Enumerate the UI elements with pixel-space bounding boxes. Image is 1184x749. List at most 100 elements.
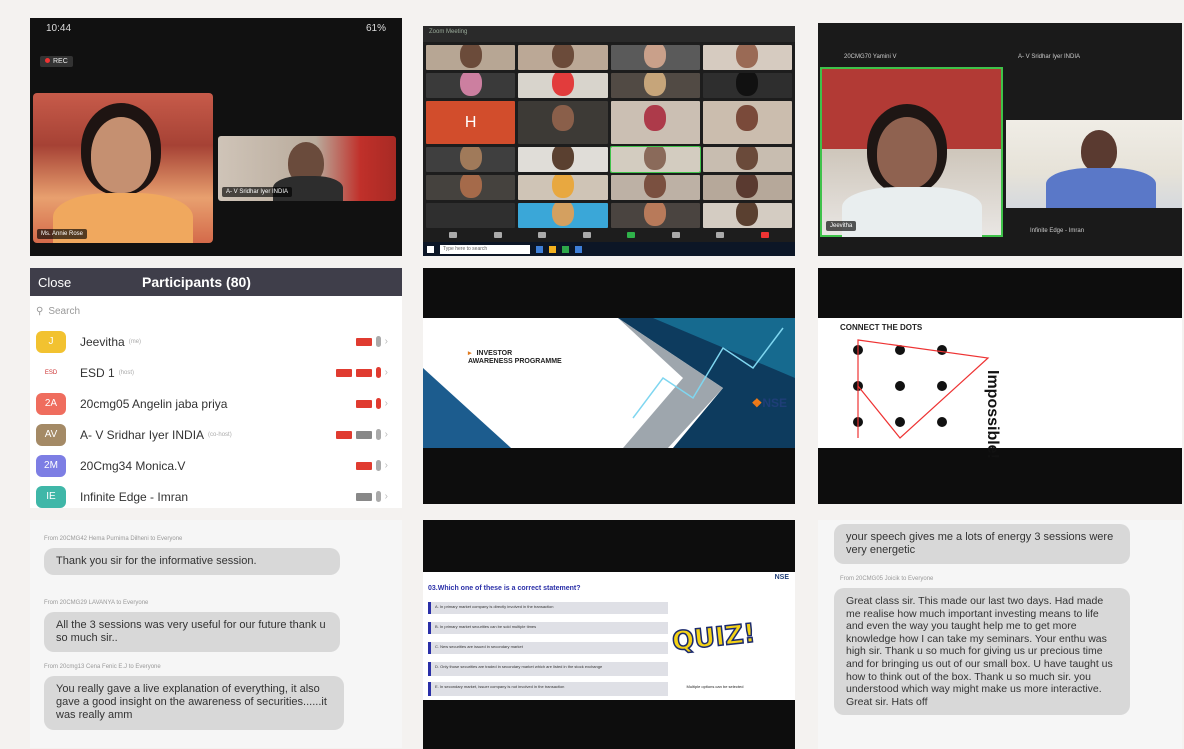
- nse-logo: NSE: [774, 574, 789, 581]
- window-title: Zoom Meeting: [423, 26, 795, 42]
- close-button[interactable]: Close: [38, 275, 71, 290]
- video-tile[interactable]: [518, 203, 608, 228]
- phone-status-bar: 10:44 61%: [30, 18, 402, 40]
- video-tile[interactable]: [610, 175, 700, 200]
- video-tile-initial[interactable]: H: [426, 101, 516, 144]
- participant-row[interactable]: J Jeevitha (me) ›: [30, 326, 402, 357]
- slide-graphic: [423, 318, 795, 448]
- participant-row[interactable]: 2A 20cmg05 Angelin jaba priya ›: [30, 388, 402, 419]
- video-tile[interactable]: [702, 147, 792, 172]
- camera-icon: [355, 430, 372, 439]
- participant-status-icons: ›: [355, 460, 388, 471]
- participant-avatar: IE: [36, 485, 66, 508]
- participants-icon[interactable]: [582, 232, 591, 238]
- participant-row[interactable]: AV A- V Sridhar Iyer INDIA (co-host) ›: [30, 419, 402, 450]
- chat-bubble: your speech gives me a lots of energy 3 …: [834, 524, 1130, 565]
- security-icon[interactable]: [538, 232, 547, 238]
- participant-role: (me): [128, 338, 142, 345]
- microphone-icon: [375, 336, 381, 347]
- video-tile[interactable]: [702, 45, 792, 70]
- chevron-right-icon[interactable]: ›: [385, 460, 388, 471]
- chevron-right-icon[interactable]: ›: [385, 336, 388, 347]
- participant-row[interactable]: IE Infinite Edge - Imran ›: [30, 481, 402, 508]
- taskbar-app-icon[interactable]: [575, 245, 582, 253]
- video-tile[interactable]: [518, 45, 608, 70]
- quiz-option[interactable]: C. New securities are issued in secondar…: [428, 642, 668, 654]
- chevron-right-icon[interactable]: ›: [385, 398, 388, 409]
- microphone-icon: [375, 460, 381, 471]
- video-tile[interactable]: [702, 73, 792, 98]
- video-tile[interactable]: [426, 73, 516, 98]
- camera-icon: [355, 337, 372, 346]
- chat-meta: From 20CMG05 Joicik to Everyone: [840, 576, 934, 582]
- quiz-option[interactable]: E. In secondary market, issuer company i…: [428, 682, 668, 696]
- record-icon[interactable]: [671, 232, 680, 238]
- impossible-text: Impossible!: [984, 370, 1002, 459]
- microphone-icon: [375, 491, 381, 502]
- video-tile[interactable]: [518, 175, 608, 200]
- participant-label: A- V Sridhar Iyer INDIA: [1018, 54, 1081, 60]
- status-battery: 61%: [365, 23, 386, 34]
- search-input[interactable]: ⚲ Search: [36, 300, 396, 322]
- participants-header: Close Participants (80): [30, 268, 402, 296]
- video-tile[interactable]: [702, 175, 792, 200]
- video-tile[interactable]: [610, 45, 700, 70]
- participants-list: J Jeevitha (me) › ESD ESD 1 (host) › 2A 20cmg05 A…: [30, 326, 402, 508]
- participant-status-icons: ›: [355, 491, 388, 502]
- taskbar-app-icon[interactable]: [549, 245, 556, 253]
- quiz-option[interactable]: A. In primary market company is directly…: [428, 602, 668, 614]
- quiz-badge: QUIZ!: [670, 618, 758, 658]
- video-tile[interactable]: [518, 73, 608, 98]
- camera-icon: [355, 368, 372, 377]
- chat-bubble: Great class sir. This made our last two …: [834, 588, 1130, 716]
- microphone-icon: [375, 398, 381, 409]
- quiz-option[interactable]: B. In primary market securities can be s…: [428, 622, 668, 634]
- microphone-icon: [375, 367, 381, 378]
- chat-meta: From 20CMG42 Hema Purnima Dilheni to Eve…: [44, 536, 183, 542]
- leave-icon[interactable]: [760, 232, 769, 238]
- speaker-video[interactable]: Ms. Annie Rose: [33, 93, 213, 243]
- quiz-option[interactable]: D. Only those securities are traded in s…: [428, 662, 668, 676]
- video-tile[interactable]: [702, 101, 792, 144]
- video-tile[interactable]: [426, 175, 516, 200]
- video-tile[interactable]: [518, 147, 608, 172]
- reactions-icon[interactable]: [716, 232, 725, 238]
- gallery-view-screenshot: Zoom Meeting H Type here to search: [423, 26, 795, 256]
- mute-icon[interactable]: [449, 232, 458, 238]
- participant-status-icons: ›: [335, 367, 388, 378]
- search-placeholder: Search: [48, 305, 81, 317]
- slide: INVESTORAWARENESS PROGRAMME ❖NSE: [423, 318, 795, 448]
- windows-start-icon[interactable]: [427, 245, 434, 253]
- video-tile[interactable]: [426, 203, 516, 228]
- chat-screenshot: From 20CMG42 Hema Purnima Dilheni to Eve…: [30, 520, 402, 748]
- participant-avatar: J: [36, 330, 66, 353]
- video-tile[interactable]: [609, 146, 701, 173]
- taskbar-app-icon[interactable]: [562, 245, 569, 253]
- share-screen-icon[interactable]: [627, 232, 636, 238]
- chevron-right-icon[interactable]: ›: [385, 491, 388, 502]
- chevron-right-icon[interactable]: ›: [385, 429, 388, 440]
- taskbar-app-icon[interactable]: [536, 245, 543, 253]
- chevron-right-icon[interactable]: ›: [385, 367, 388, 378]
- video-tile[interactable]: [610, 101, 700, 144]
- participant-video[interactable]: [1006, 120, 1182, 208]
- video-tile[interactable]: [610, 203, 700, 228]
- chat-screenshot: your speech gives me a lots of energy 3 …: [818, 520, 1182, 749]
- video-tile[interactable]: [518, 101, 608, 144]
- video-tile[interactable]: [702, 203, 792, 228]
- video-tile[interactable]: [426, 147, 516, 172]
- participants-panel: Close Participants (80) ⚲ Search J Jeevit…: [30, 268, 402, 508]
- participant-name: A- V Sridhar Iyer INDIA: [80, 427, 205, 442]
- participant-name: Jeevitha: [826, 221, 857, 231]
- guest-video[interactable]: A- V Sridhar Iyer INDIA: [218, 136, 396, 201]
- participant-row[interactable]: ESD ESD 1 (host) ›: [30, 357, 402, 388]
- participant-row[interactable]: 2M 20Cmg34 Monica.V ›: [30, 450, 402, 481]
- active-speaker-video[interactable]: Jeevitha: [820, 67, 1003, 237]
- video-tile[interactable]: [426, 45, 516, 70]
- status-time: 10:44: [46, 23, 72, 34]
- participant-avatar: ESD: [36, 361, 66, 384]
- microphone-icon: [375, 429, 381, 440]
- video-icon[interactable]: [493, 232, 502, 238]
- taskbar-search[interactable]: Type here to search: [440, 244, 530, 254]
- video-tile[interactable]: [610, 73, 700, 98]
